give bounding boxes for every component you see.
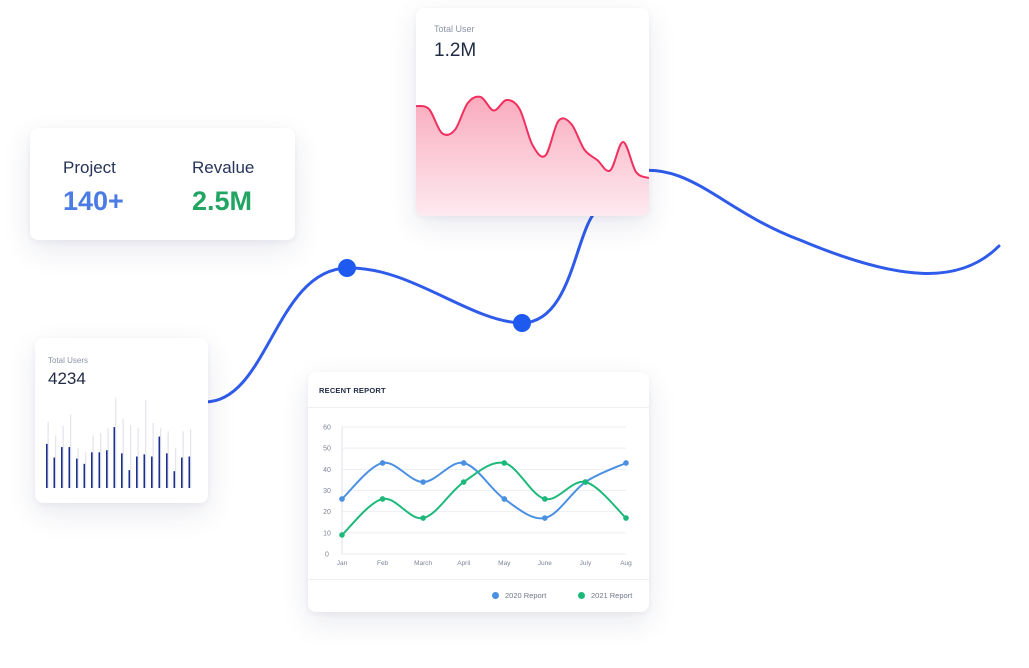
connector-node [513,314,531,332]
series-point-1[interactable] [501,460,508,466]
bar-primary [46,443,48,488]
bar-secondary [62,426,64,488]
bar-secondary [175,448,177,488]
series-point-0[interactable] [420,479,426,485]
y-tick-label: 60 [323,425,331,432]
bar-secondary [160,428,162,488]
bar-secondary [190,429,192,488]
y-tick-label: 20 [323,509,331,516]
x-tick-label: June [538,560,552,567]
x-tick-label: Jan [337,560,348,567]
bar-primary [76,458,78,488]
bar-secondary [152,422,154,488]
connector-node [338,259,356,277]
series-point-1[interactable] [582,479,589,485]
x-tick-label: Aug [620,560,632,567]
revalue-stat: Revalue 2.5M [192,158,254,217]
y-tick-label: 10 [323,530,331,537]
bar-secondary [55,435,57,488]
series-point-0[interactable] [379,460,386,466]
stats-card: Project 140+ Revalue 2.5M [30,128,295,240]
total-user-value: 1.2M [434,40,477,61]
bar-secondary [107,428,109,488]
bar-primary [61,447,63,488]
bar-primary [166,453,168,488]
bar-secondary [92,435,94,488]
bar-primary [173,471,176,488]
x-tick-label: April [457,560,471,567]
total-user-label: Total User [434,24,475,34]
project-value: 140+ [63,186,124,216]
recent-report-line-chart: 0 10 20 30 40 50 60 Jan Feb March April May June July… [323,425,632,568]
bar-primary [98,452,101,488]
y-tick-label: 40 [323,467,331,474]
legend-2020[interactable]: 2020 Report [492,591,546,600]
x-tick-label: July [580,560,592,567]
bar-primary [68,447,71,488]
bar-secondary [167,431,169,488]
series-point-1[interactable] [379,496,386,502]
bar-secondary [145,399,147,488]
y-tick-label: 30 [323,488,331,495]
bar-secondary [77,448,79,488]
series-point-1[interactable] [420,515,426,521]
project-label: Project [63,158,116,177]
bar-secondary [137,428,139,488]
series-point-0[interactable] [460,460,467,466]
series-point-1[interactable] [339,532,345,538]
y-tick-label: 0 [325,552,329,559]
bar-primary [91,452,93,488]
bar-primary [128,470,131,488]
bar-primary [136,456,138,488]
revalue-label: Revalue [192,158,255,177]
bar-secondary [122,418,124,488]
series-point-0[interactable] [542,515,548,521]
series-point-1[interactable] [542,496,548,502]
bar-primary [106,450,108,488]
bar-secondary [115,397,117,488]
legend-label-2021: 2021 Report [591,591,633,600]
x-tick-label: Feb [377,560,389,567]
series-point-0[interactable] [501,496,508,502]
bar-primary [158,436,161,488]
legend-dot-2021 [578,592,585,599]
series-point-0[interactable] [623,460,629,466]
total-user-card: Total User 1.2M [416,8,649,216]
y-tick-label: 50 [323,446,331,453]
series-point-0[interactable] [339,496,345,502]
bar-secondary [70,414,72,488]
total-user-header: Total User 1.2M [434,24,476,62]
bar-secondary [85,452,87,488]
bar-secondary [130,425,132,488]
bar-primary [151,456,153,488]
recent-report-card: RECENT REPORT 0 10 20 30 40 50 60 Jan Feb March Ap… [308,372,649,612]
x-tick-label: March [414,560,432,567]
total-users-bar-chart [46,397,192,488]
bar-primary [143,454,146,488]
bar-primary [188,456,191,488]
bar-secondary [47,421,49,488]
total-users-card: Total Users 4234 [35,338,208,503]
divider [308,579,649,580]
legend-dot-2020 [492,592,499,599]
legend-2021[interactable]: 2021 Report [578,591,632,600]
bar-primary [113,427,116,488]
project-stat: Project 140+ [63,158,124,217]
revalue-value: 2.5M [192,186,253,216]
series-point-1[interactable] [460,479,467,485]
bar-secondary [100,433,102,488]
bar-primary [181,457,183,488]
bar-primary [121,453,123,488]
bar-primary [83,463,86,488]
bar-secondary [182,431,184,488]
total-user-area [416,96,649,216]
series-point-1[interactable] [623,515,629,521]
bar-primary [53,457,56,488]
x-tick-label: May [498,560,511,567]
legend-label-2020: 2020 Report [505,591,547,600]
